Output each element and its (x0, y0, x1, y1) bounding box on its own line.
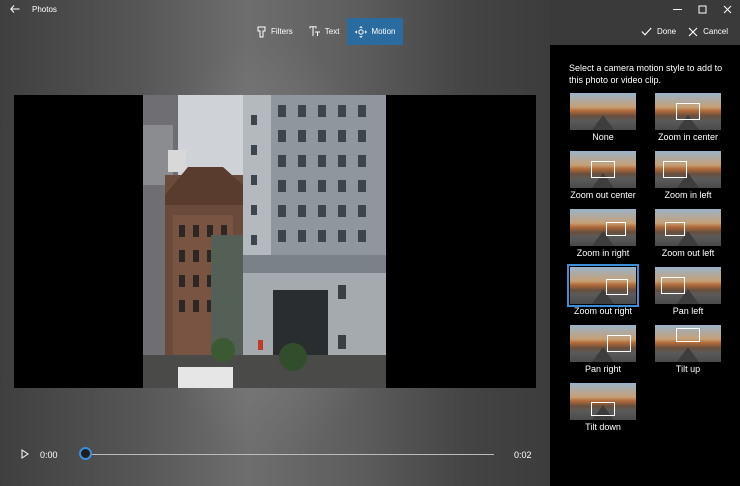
style-thumbnail (570, 325, 636, 362)
back-button[interactable] (0, 0, 30, 18)
filters-label: Filters (271, 27, 293, 36)
filters-icon (257, 26, 266, 37)
style-label: Zoom in right (576, 248, 630, 258)
motion-style-zoom-in-left[interactable]: Zoom in left (655, 151, 721, 200)
motion-style-tilt-down[interactable]: Tilt down (570, 383, 636, 432)
checkmark-icon (641, 27, 652, 36)
style-thumbnail (655, 93, 721, 130)
motion-panel: Select a camera motion style to add to t… (550, 45, 740, 486)
current-time: 0:00 (40, 450, 58, 460)
seek-thumb[interactable] (79, 447, 92, 460)
style-thumbnail (570, 209, 636, 246)
motion-style-pan-left[interactable]: Pan left (655, 267, 721, 316)
minimize-button[interactable] (665, 0, 690, 18)
done-button[interactable]: Done (635, 18, 682, 45)
style-label: Zoom out center (570, 190, 636, 200)
style-thumbnail (655, 209, 721, 246)
style-label: Zoom in left (664, 190, 712, 200)
motion-style-zoom-out-right[interactable]: Zoom out right (567, 264, 639, 316)
done-label: Done (656, 27, 677, 36)
cancel-icon (688, 27, 698, 36)
app-title: Photos (32, 4, 57, 14)
style-label: Zoom in center (657, 132, 719, 142)
play-icon (21, 449, 29, 459)
maximize-icon (698, 5, 707, 13)
seek-track[interactable] (85, 454, 494, 455)
style-label: Zoom out right (573, 306, 633, 316)
style-label: None (592, 132, 614, 142)
motion-style-zoom-out-center[interactable]: Zoom out center (570, 151, 636, 200)
style-label: Tilt up (675, 364, 701, 374)
cancel-button[interactable]: Cancel (682, 18, 734, 45)
style-thumbnail (655, 151, 721, 188)
style-thumbnail (570, 93, 636, 130)
close-icon (723, 5, 732, 13)
style-thumbnail (655, 267, 721, 304)
style-thumbnail (655, 325, 721, 362)
text-icon (309, 26, 320, 36)
motion-button[interactable]: Motion (347, 18, 404, 45)
style-thumbnail (570, 151, 636, 188)
style-label: Pan left (672, 306, 704, 316)
editing-toolbar: Filters Text Motion (248, 18, 404, 45)
style-thumbnail-selected (567, 264, 639, 307)
motion-style-pan-right[interactable]: Pan right (570, 325, 636, 374)
style-label: Tilt down (585, 422, 621, 432)
motion-style-zoom-out-left[interactable]: Zoom out left (655, 209, 721, 258)
motion-icon (355, 25, 368, 38)
motion-label: Motion (371, 27, 396, 36)
close-window-button[interactable] (715, 0, 740, 18)
text-button[interactable]: Text (301, 18, 348, 45)
filters-button[interactable]: Filters (248, 18, 301, 45)
motion-style-none[interactable]: None (570, 93, 636, 142)
maximize-button[interactable] (690, 0, 715, 18)
motion-style-zoom-in-center[interactable]: Zoom in center (655, 93, 721, 142)
motion-style-zoom-in-right[interactable]: Zoom in right (570, 209, 636, 258)
done-cancel-group: Done Cancel (635, 18, 734, 45)
minimize-icon (673, 8, 682, 10)
window-controls (665, 0, 740, 18)
cancel-label: Cancel (703, 27, 728, 36)
text-label: Text (324, 27, 340, 36)
motion-style-tilt-up[interactable]: Tilt up (655, 325, 721, 374)
title-bar: Photos (0, 0, 740, 18)
total-time: 0:02 (514, 450, 532, 460)
style-label: Zoom out left (661, 248, 715, 258)
photo-preview (143, 95, 386, 388)
video-preview[interactable] (14, 95, 536, 388)
style-thumbnail (570, 383, 636, 420)
panel-instruction: Select a camera motion style to add to t… (569, 63, 723, 85)
style-label: Pan right (584, 364, 622, 374)
back-arrow-icon (10, 5, 20, 13)
play-button[interactable] (19, 447, 31, 461)
